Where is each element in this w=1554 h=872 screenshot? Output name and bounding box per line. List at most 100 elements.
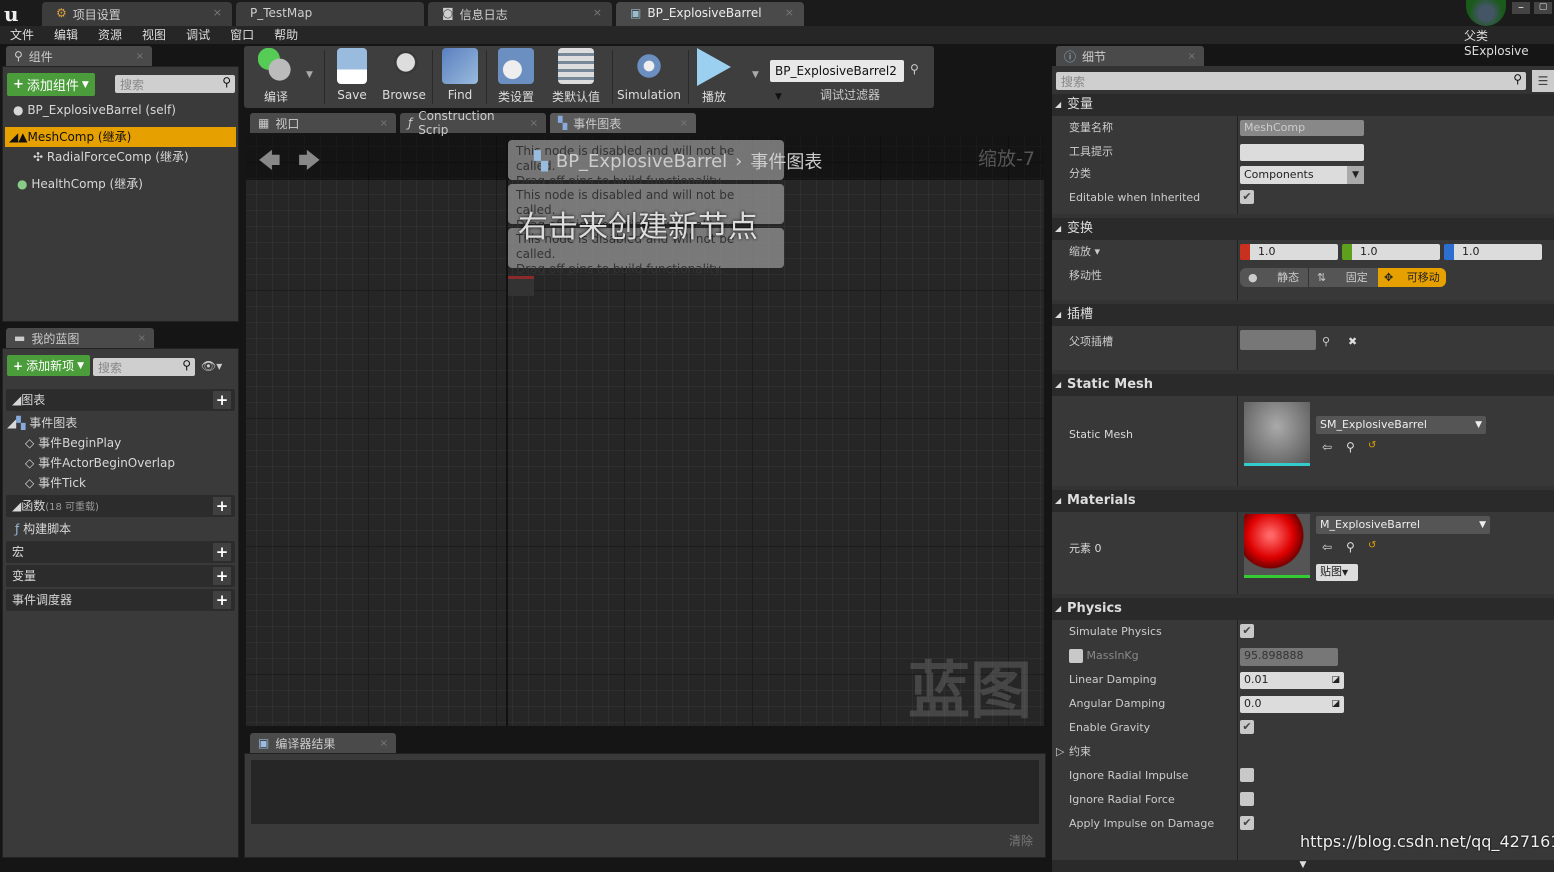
textures-dropdown[interactable]: 贴图▼ — [1316, 564, 1358, 581]
event-item[interactable]: ◇ 事件BeginPlay — [3, 433, 238, 453]
event-item[interactable]: ◇ 事件ActorBeginOverlap — [3, 453, 238, 473]
close-icon[interactable]: × — [380, 738, 388, 749]
close-icon[interactable]: × — [136, 51, 144, 62]
mass-field[interactable]: 95.898888 — [1240, 648, 1338, 666]
find-button[interactable]: Find — [438, 48, 482, 106]
construction-script-item[interactable]: ƒ 构建脚本 — [3, 519, 238, 539]
simulate-physics-checkbox[interactable]: ✔ — [1240, 624, 1254, 638]
details-tab[interactable]: ⓘ 细节 × — [1056, 46, 1204, 66]
close-icon[interactable]: × — [785, 6, 794, 19]
add-dispatcher-button[interactable]: + — [213, 591, 231, 609]
scale-dropdown[interactable]: 缩放 ▾ — [1069, 240, 1100, 264]
view-options-icon[interactable]: ☰ — [1532, 70, 1554, 92]
play-button[interactable]: 播放 — [692, 48, 736, 106]
section-event-dispatchers[interactable]: 事件调度器 + — [6, 589, 235, 611]
scale-x-field[interactable]: 1.0 — [1240, 244, 1338, 260]
doc-tab-message-log[interactable]: ◙ 信息日志 × — [428, 2, 612, 26]
reset-icon[interactable]: ↺ — [1368, 540, 1376, 551]
tooltip-field[interactable] — [1240, 144, 1364, 161]
mobility-static[interactable]: ● 静态 — [1240, 268, 1308, 287]
event-graph-canvas[interactable]: 🡄 🡆 This node is disabled and will not b… — [246, 136, 1044, 726]
scale-z-field[interactable]: 1.0 — [1444, 244, 1542, 260]
section-functions[interactable]: ◢函数(18 可重载) + — [6, 495, 235, 517]
socket-search-icon[interactable]: ⚲ — [1322, 330, 1330, 354]
minimize-button[interactable]: – — [1512, 1, 1530, 14]
parent-socket-field[interactable] — [1240, 330, 1316, 350]
section-variables[interactable]: 变量 + — [6, 565, 235, 587]
component-self[interactable]: ● BP_ExplosiveBarrel (self) — [3, 100, 238, 120]
compiler-results-tab[interactable]: ▣ 编译器结果 × — [250, 733, 396, 753]
close-icon[interactable]: × — [213, 6, 222, 19]
editable-checkbox[interactable]: ✔ — [1240, 190, 1254, 204]
tab-event-graph[interactable]: ▚ 事件图表 × — [550, 113, 696, 133]
mass-override-checkbox[interactable] — [1069, 649, 1083, 663]
close-icon[interactable]: × — [530, 118, 538, 129]
compile-button[interactable]: 编译 — [250, 48, 302, 106]
section-static-mesh[interactable]: Static Mesh — [1052, 374, 1554, 396]
section-graphs[interactable]: ◢图表 + — [6, 389, 235, 411]
browse-asset-icon[interactable]: ⚲ — [1346, 540, 1355, 554]
add-graph-button[interactable]: + — [213, 391, 231, 409]
apply-impulse-checkbox[interactable]: ✔ — [1240, 816, 1254, 830]
browse-asset-icon[interactable]: ⚲ — [1346, 440, 1355, 454]
class-defaults-button[interactable]: 类默认值 — [546, 48, 606, 106]
close-icon[interactable]: × — [680, 118, 688, 129]
components-tab[interactable]: ⚲ 组件 × — [6, 46, 152, 66]
close-icon[interactable]: × — [138, 333, 146, 344]
browse-button[interactable]: Browse — [380, 48, 428, 106]
tab-viewport[interactable]: ▦ 视口 × — [250, 113, 396, 133]
close-icon[interactable]: × — [1188, 51, 1196, 62]
breadcrumb-graph[interactable]: 事件图表 — [750, 148, 822, 174]
tab-construction-script[interactable]: ƒ Construction Scrip × — [400, 109, 546, 137]
mobility-movable[interactable]: ✥ 可移动 — [1378, 268, 1446, 287]
menu-file[interactable]: 文件 — [10, 26, 34, 44]
material-dropdown[interactable]: M_ExplosiveBarrel ▼ — [1316, 516, 1490, 534]
menu-edit[interactable]: 编辑 — [54, 26, 78, 44]
event-item[interactable]: ◇ 事件Tick — [3, 473, 238, 493]
blueprint-search-input[interactable]: 搜索 ⚲ — [93, 358, 195, 376]
breadcrumb-blueprint[interactable]: BP_ExplosiveBarrel — [556, 151, 727, 172]
component-meshcomp[interactable]: ◢▲MeshComp (继承) — [5, 127, 236, 147]
mobility-stationary[interactable]: ⇅ 固定 — [1308, 268, 1378, 287]
menu-debug[interactable]: 调试 — [186, 26, 210, 44]
add-component-button[interactable]: + 添加组件 ▼ — [7, 73, 95, 96]
debug-object-dropdown[interactable]: BP_ExplosiveBarrel2 ▼ — [770, 60, 904, 102]
doc-tab-blueprint[interactable]: ▣ BP_ExplosiveBarrel × — [616, 2, 804, 26]
save-button[interactable]: Save — [330, 48, 374, 106]
components-search-input[interactable]: 搜索 ⚲ — [115, 75, 235, 93]
component-health[interactable]: ● HealthComp (继承) — [7, 174, 238, 194]
ignore-radial-force-checkbox[interactable] — [1240, 792, 1254, 806]
maximize-button[interactable]: ▢ — [1534, 2, 1552, 14]
parent-class-label[interactable]: 父类 SExplosive — [1464, 27, 1554, 58]
close-icon[interactable]: × — [593, 6, 602, 19]
add-new-button[interactable]: + 添加新项 ▼ — [7, 355, 90, 376]
add-macro-button[interactable]: + — [213, 543, 231, 561]
ignore-radial-impulse-checkbox[interactable] — [1240, 768, 1254, 782]
close-icon[interactable]: × — [380, 118, 388, 129]
constraints-expander[interactable]: ▷ 约束 — [1052, 740, 1554, 764]
clear-socket-icon[interactable]: ✖ — [1348, 330, 1357, 354]
doc-tab-project-settings[interactable]: ⚙ 项目设置 × — [42, 2, 232, 26]
menu-view[interactable]: 视图 — [142, 26, 166, 44]
category-dropdown[interactable]: Components ▼ — [1240, 166, 1364, 184]
add-function-button[interactable]: + — [213, 497, 231, 515]
forward-arrow-icon[interactable]: 🡆 — [298, 144, 321, 182]
expand-advanced-icon[interactable]: ▼ — [1052, 860, 1554, 872]
scale-y-field[interactable]: 1.0 — [1342, 244, 1440, 260]
visibility-eye-icon[interactable]: 👁▾ — [201, 359, 222, 373]
section-transform[interactable]: 变换 — [1052, 218, 1554, 240]
class-settings-button[interactable]: 类设置 — [492, 48, 540, 106]
menu-help[interactable]: 帮助 — [274, 26, 298, 44]
details-search-input[interactable]: 搜索 ⚲ — [1056, 72, 1526, 90]
component-radialforce[interactable]: ✣ RadialForceComp (继承) — [23, 147, 238, 167]
static-mesh-dropdown[interactable]: SM_ExplosiveBarrel ▼ — [1316, 416, 1486, 434]
use-selected-arrow-icon[interactable]: ⇦ — [1322, 440, 1332, 454]
compile-options-chevron-icon[interactable]: ▼ — [306, 70, 313, 80]
mesh-thumbnail[interactable] — [1244, 402, 1310, 466]
section-materials[interactable]: Materials — [1052, 490, 1554, 512]
use-selected-arrow-icon[interactable]: ⇦ — [1322, 540, 1332, 554]
linear-damping-field[interactable]: 0.01 ◪ — [1240, 672, 1344, 689]
section-physics[interactable]: Physics — [1052, 598, 1554, 620]
material-thumbnail[interactable] — [1244, 514, 1310, 578]
clear-button[interactable]: 清除 — [1009, 832, 1033, 849]
